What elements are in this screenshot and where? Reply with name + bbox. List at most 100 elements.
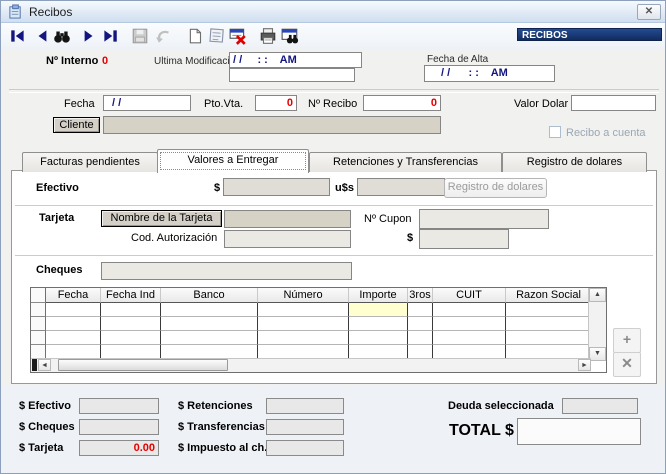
scroll-right-icon[interactable]: ► [578, 359, 591, 371]
cheques-field[interactable] [101, 262, 352, 280]
grid-cell[interactable] [408, 345, 433, 359]
scroll-up-icon[interactable]: ▲ [589, 288, 606, 302]
cliente-button[interactable]: Cliente [53, 117, 100, 133]
grid-cell[interactable] [46, 331, 101, 345]
horizontal-scrollbar[interactable]: ◄ ► [31, 358, 591, 372]
grid-cell[interactable] [349, 317, 408, 331]
grid-splitter[interactable] [32, 359, 37, 371]
grid-cell[interactable] [506, 345, 591, 359]
grid-cell[interactable] [258, 345, 349, 359]
nro-cupon-field[interactable] [419, 209, 549, 229]
cliente-field[interactable] [103, 116, 441, 134]
grid-cell[interactable] [161, 345, 258, 359]
row-selector[interactable] [31, 303, 46, 317]
grid-column-header[interactable]: Fecha Ind [101, 288, 161, 303]
scroll-down-icon[interactable]: ▼ [589, 347, 606, 361]
delete-row-button[interactable]: ✕ [613, 352, 641, 377]
vertical-scrollbar[interactable]: ▲ ▼ [588, 288, 606, 361]
grid-cell-selected[interactable] [349, 303, 408, 317]
grid-cell[interactable] [161, 331, 258, 345]
grid-column-header[interactable]: Importe [349, 288, 408, 303]
scroll-left-icon[interactable]: ◄ [38, 359, 51, 371]
grid-cell[interactable] [46, 317, 101, 331]
save-icon[interactable] [131, 27, 149, 45]
grid-column-header[interactable]: 3ros [408, 288, 433, 303]
nombre-tarjeta-button[interactable]: Nombre de la Tarjeta [101, 210, 222, 227]
usuario-modificacion-field[interactable] [229, 68, 355, 82]
grid-cell[interactable] [161, 317, 258, 331]
row-selector[interactable] [31, 345, 46, 359]
fecha-alta-field[interactable]: / / : : AM [424, 65, 555, 82]
grid-column-header[interactable]: Razon Social [506, 288, 591, 303]
tab-valores-a-entregar[interactable]: Valores a Entregar [157, 149, 309, 173]
grid-cell[interactable] [161, 303, 258, 317]
grid-cell[interactable] [258, 317, 349, 331]
grid-row[interactable] [31, 345, 606, 359]
total-field [517, 418, 641, 445]
grid-cell[interactable] [408, 303, 433, 317]
first-record-icon[interactable] [9, 27, 27, 45]
grid-column-header[interactable]: Banco [161, 288, 258, 303]
grid-row[interactable] [31, 303, 606, 317]
tab-registro-dolares[interactable]: Registro de dolares [502, 152, 647, 172]
undo-icon[interactable] [155, 27, 173, 45]
pto-vta-label: Pto.Vta. [204, 98, 243, 110]
last-record-icon[interactable] [101, 27, 119, 45]
grid-cell[interactable] [506, 317, 591, 331]
grid-row[interactable] [31, 317, 606, 331]
previous-record-icon[interactable] [34, 27, 52, 45]
close-button[interactable]: ✕ [637, 4, 661, 20]
cod-autorizacion-field[interactable] [224, 230, 351, 248]
grid-cell[interactable] [506, 331, 591, 345]
grid-cell[interactable] [408, 317, 433, 331]
nombre-tarjeta-field[interactable] [224, 210, 351, 228]
recibos-window: Recibos ✕ [0, 0, 666, 474]
total-impuesto-field [266, 440, 344, 456]
next-record-icon[interactable] [79, 27, 97, 45]
add-row-button[interactable]: + [613, 328, 641, 353]
recibo-a-cuenta-checkbox[interactable] [549, 126, 561, 138]
pto-vta-field[interactable]: 0 [255, 95, 297, 111]
delete-record-icon[interactable] [229, 27, 247, 45]
print-icon[interactable] [259, 27, 277, 45]
registro-dolares-button[interactable]: Registro de dolares [444, 178, 547, 198]
print-search-icon[interactable] [281, 27, 299, 45]
grid-cell[interactable] [349, 331, 408, 345]
grid-cell[interactable] [433, 345, 506, 359]
grid-cell[interactable] [258, 303, 349, 317]
find-binoculars-icon[interactable] [53, 27, 71, 45]
efectivo-usd-field[interactable] [357, 178, 445, 196]
grid-cell[interactable] [433, 317, 506, 331]
scrollbar-thumb[interactable] [58, 359, 228, 371]
grid-column-header[interactable]: Número [258, 288, 349, 303]
grid-cell[interactable] [506, 303, 591, 317]
grid-cell[interactable] [101, 317, 161, 331]
grid-cell[interactable] [258, 331, 349, 345]
grid-cell[interactable] [433, 303, 506, 317]
grid-column-header[interactable]: Fecha [46, 288, 101, 303]
total-retenciones-label: $ Retenciones [178, 400, 253, 412]
grid-cell[interactable] [349, 345, 408, 359]
tab-facturas-pendientes[interactable]: Facturas pendientes [22, 152, 158, 172]
row-selector[interactable] [31, 317, 46, 331]
efectivo-pesos-field[interactable] [223, 178, 330, 196]
cheques-grid: Fecha Fecha Ind Banco Número Importe 3ro… [30, 287, 607, 373]
tab-retenciones-transferencias[interactable]: Retenciones y Transferencias [309, 152, 502, 172]
grid-cell[interactable] [101, 303, 161, 317]
grid-cell[interactable] [433, 331, 506, 345]
ultima-modificacion-field[interactable]: / / : : AM [229, 52, 362, 68]
grid-row[interactable] [31, 331, 606, 345]
grid-cell[interactable] [101, 331, 161, 345]
row-selector[interactable] [31, 331, 46, 345]
nro-recibo-field[interactable]: 0 [363, 95, 441, 111]
valor-dolar-field[interactable] [571, 95, 656, 111]
grid-column-header[interactable]: CUIT [433, 288, 506, 303]
grid-cell[interactable] [101, 345, 161, 359]
importe-tarjeta-field[interactable] [419, 229, 509, 249]
grid-cell[interactable] [46, 303, 101, 317]
fecha-field[interactable]: / / [103, 95, 191, 111]
edit-record-icon[interactable] [207, 27, 225, 45]
new-record-icon[interactable] [187, 27, 205, 45]
grid-cell[interactable] [46, 345, 101, 359]
grid-cell[interactable] [408, 331, 433, 345]
